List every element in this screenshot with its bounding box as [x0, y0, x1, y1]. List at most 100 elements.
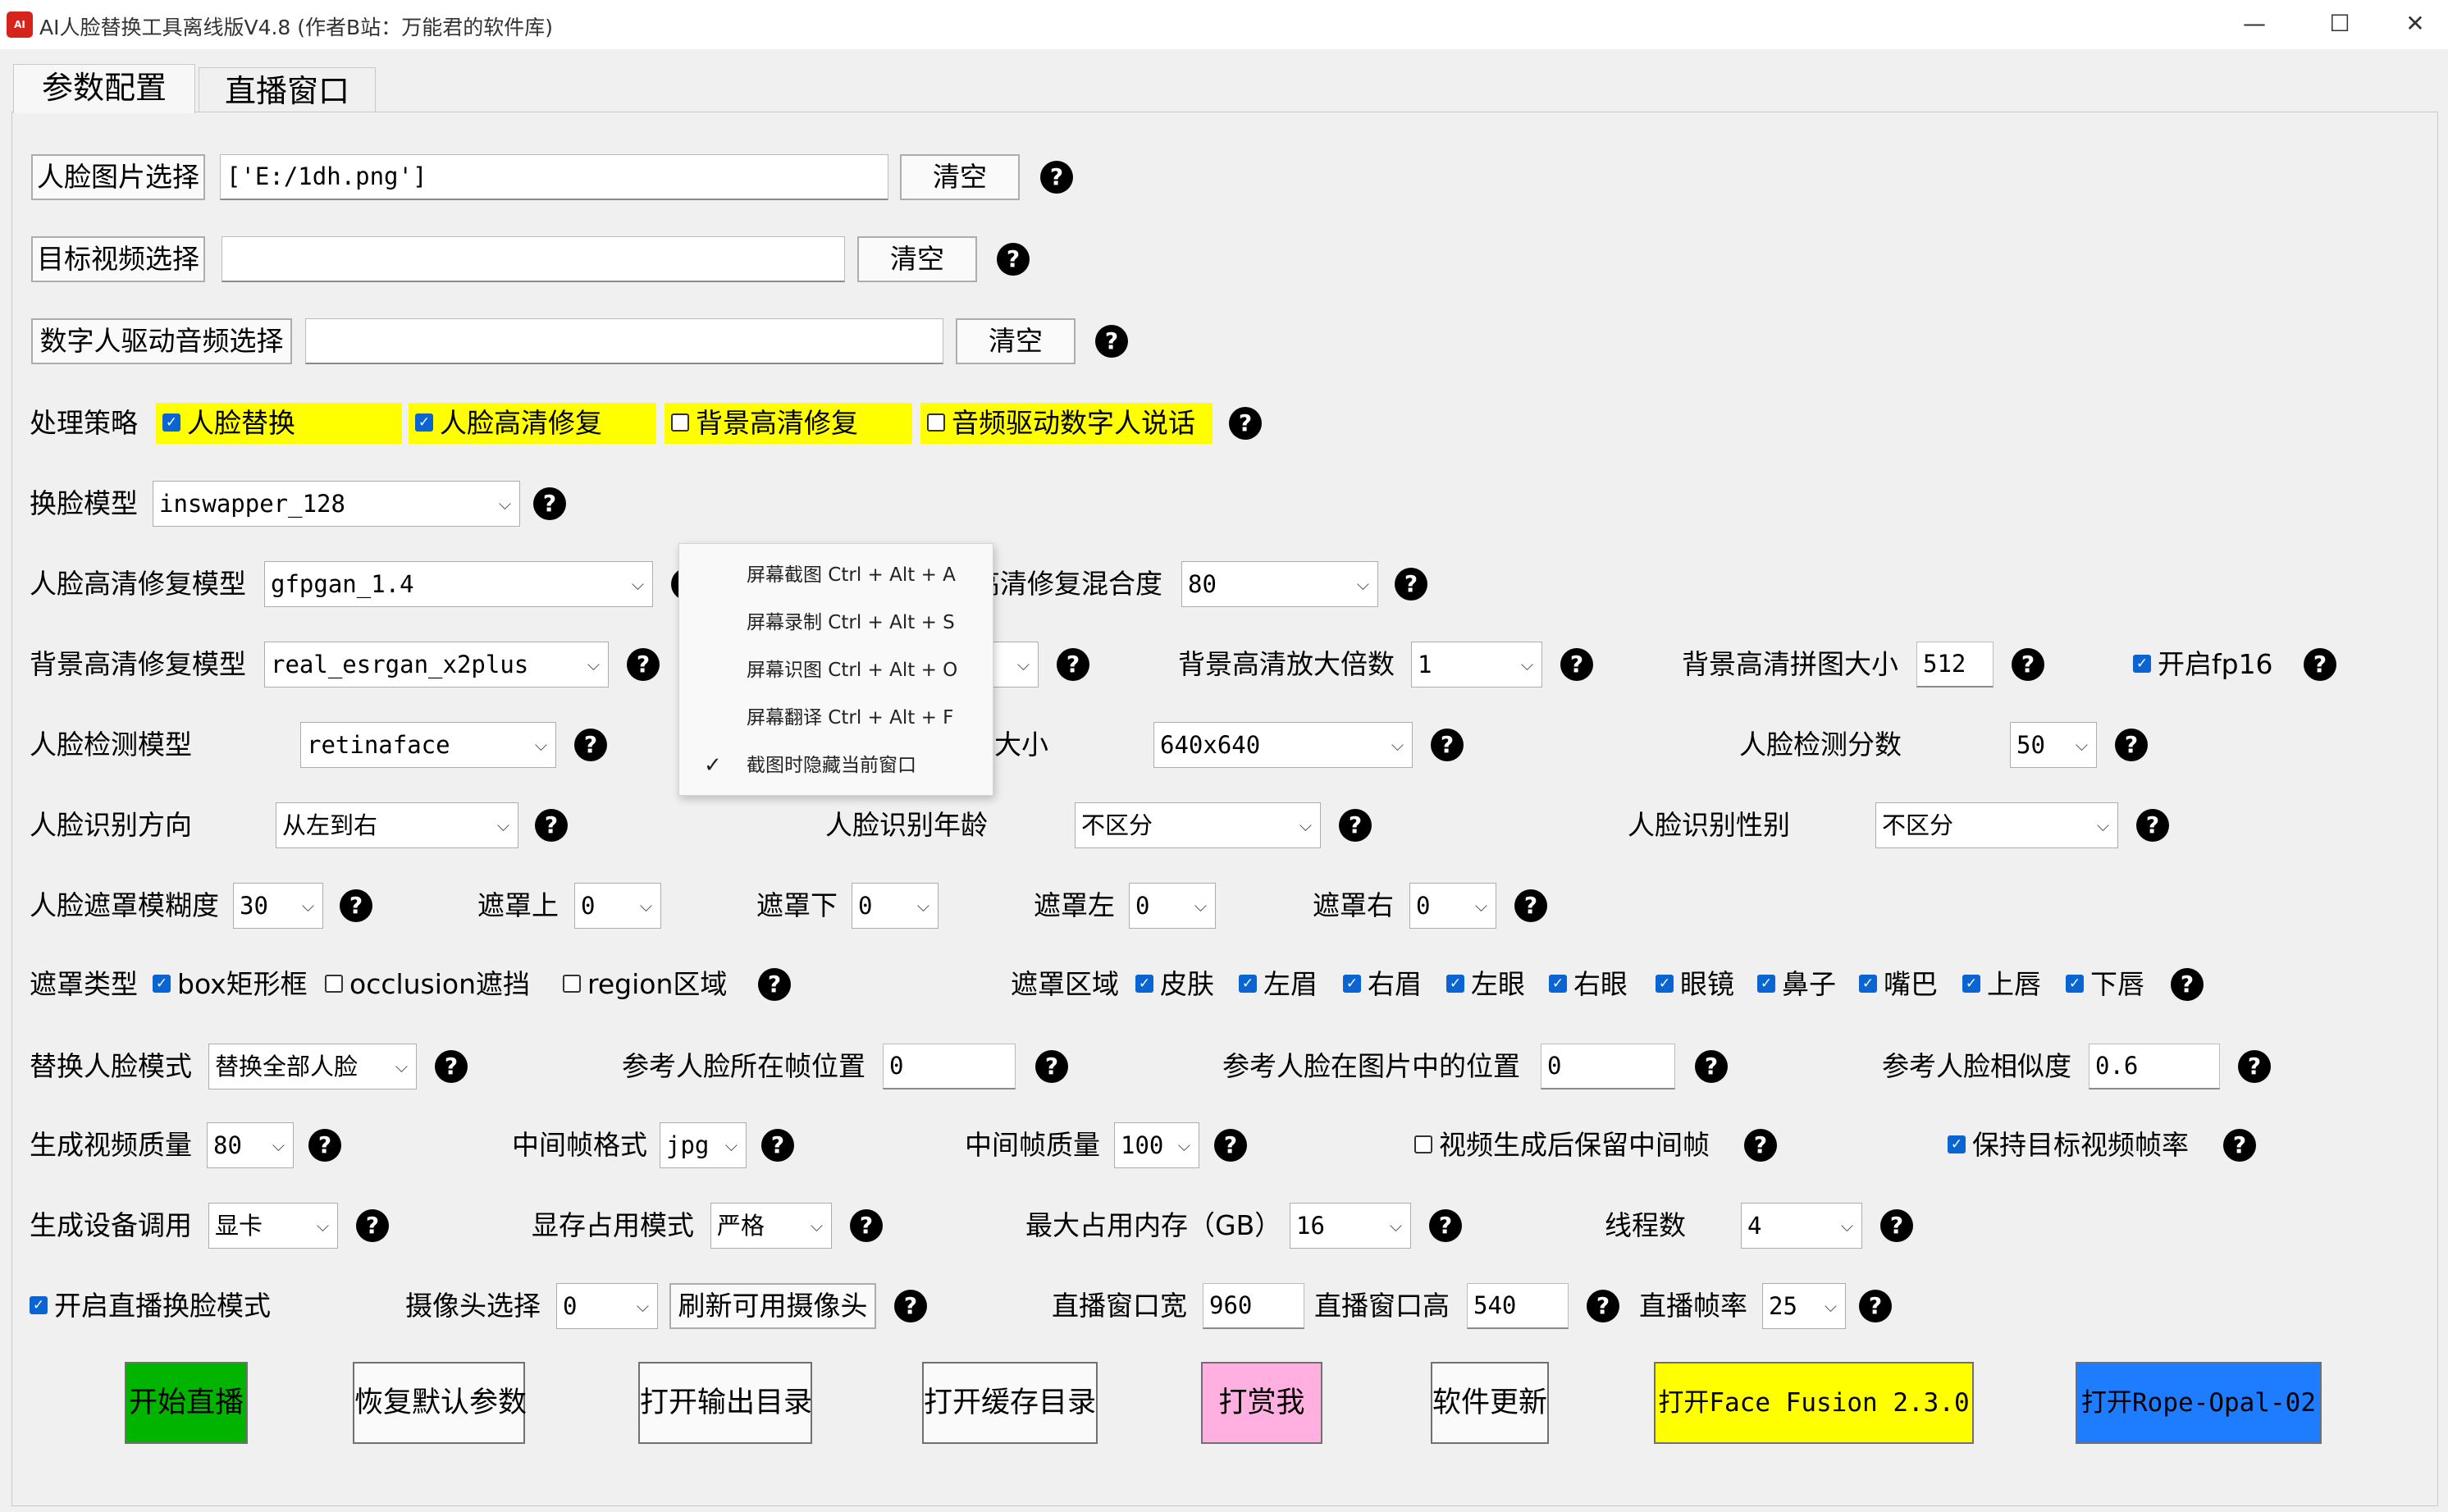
mask-blur-select[interactable]: 30 ⌵ [233, 883, 323, 929]
recog-gender-select[interactable]: 不区分 ⌵ [1875, 802, 2118, 848]
chevron-down-icon[interactable]: ⌵ [1841, 1204, 1853, 1248]
checkbox-icon[interactable] [1414, 1135, 1432, 1153]
mask-top-select[interactable]: 0 ⌵ [574, 883, 661, 929]
chevron-down-icon[interactable]: ⌵ [811, 1204, 823, 1248]
help-icon[interactable]: ? [2171, 968, 2204, 1001]
mask-region-6[interactable]: ✓ 鼻子 [1757, 964, 1836, 1005]
chevron-down-icon[interactable]: ⌵ [917, 884, 929, 928]
mask-bottom-select[interactable]: 0 ⌵ [852, 883, 939, 929]
mask-region-3[interactable]: ✓ 左眼 [1446, 964, 1525, 1005]
recog-age-select[interactable]: 不区分 ⌵ [1075, 802, 1321, 848]
strategy-face-enhance[interactable]: ✓ 人脸高清修复 [409, 403, 656, 444]
bg-enhance-model-select[interactable]: real_esrgan_x2plus ⌵ [264, 642, 609, 687]
target-video-select-button[interactable]: 目标视频选择 [31, 236, 205, 282]
context-menu-item[interactable]: 屏幕录制 Ctrl + Alt + S [679, 600, 994, 646]
open-output-dir-button[interactable]: 打开输出目录 [638, 1362, 812, 1444]
face-enhance-blend-select[interactable]: 80 ⌵ [1181, 561, 1378, 607]
chevron-down-icon[interactable]: ⌵ [2076, 723, 2088, 767]
bg-tile-field[interactable]: 512 [1916, 642, 1994, 687]
checkbox-icon[interactable]: ✓ [1343, 975, 1361, 993]
checkbox-icon[interactable]: ✓ [1446, 975, 1464, 993]
vram-mode-select[interactable]: 严格 ⌵ [710, 1203, 832, 1249]
max-mem-select[interactable]: 16 ⌵ [1290, 1203, 1411, 1249]
chevron-down-icon[interactable]: ⌵ [497, 803, 509, 847]
bg-scale-select[interactable]: 1 ⌵ [1411, 642, 1542, 687]
help-icon[interactable]: ? [1880, 1209, 1913, 1242]
mask-region-4[interactable]: ✓ 右眼 [1549, 964, 1628, 1005]
chevron-down-icon[interactable]: ⌵ [632, 562, 644, 606]
help-icon[interactable]: ? [1040, 161, 1073, 194]
context-menu-item[interactable]: 屏幕翻译 Ctrl + Alt + F [679, 695, 994, 741]
checkbox-icon[interactable]: ✓ [162, 413, 180, 432]
help-icon[interactable]: ? [1339, 809, 1372, 842]
ref-img-field[interactable]: 0 [1541, 1044, 1675, 1089]
face-image-field[interactable]: ['E:/1dh.png'] [220, 154, 888, 200]
target-video-field[interactable] [222, 236, 845, 282]
help-icon[interactable]: ? [1431, 729, 1464, 761]
refresh-camera-button[interactable]: 刷新可用摄像头 [669, 1283, 876, 1329]
chevron-down-icon[interactable]: ⌵ [1178, 1123, 1190, 1167]
mask-region-7[interactable]: ✓ 嘴巴 [1859, 964, 1938, 1005]
checkbox-icon[interactable]: ✓ [1948, 1135, 1966, 1153]
help-icon[interactable]: ? [2012, 648, 2044, 681]
mask-region-2[interactable]: ✓ 右眉 [1343, 964, 1422, 1005]
context-menu-item[interactable]: ✓ 截图时隐藏当前窗口 [679, 742, 994, 788]
device-select[interactable]: 显卡 ⌵ [208, 1203, 338, 1249]
chevron-down-icon[interactable]: ⌵ [725, 1123, 738, 1167]
tab-params[interactable]: 参数配置 [13, 64, 195, 113]
chevron-down-icon[interactable]: ⌵ [1521, 642, 1533, 687]
chevron-down-icon[interactable]: ⌵ [637, 1284, 649, 1328]
replace-mode-select[interactable]: 替换全部人脸 ⌵ [208, 1044, 417, 1089]
recog-dir-select[interactable]: 从左到右 ⌵ [276, 802, 518, 848]
help-icon[interactable]: ? [2238, 1050, 2271, 1083]
chevron-down-icon[interactable]: ⌵ [2097, 803, 2109, 847]
context-menu-item[interactable]: 屏幕截图 Ctrl + Alt + A [679, 552, 994, 598]
live-height-field[interactable]: 540 [1467, 1283, 1569, 1329]
strategy-bg-enhance[interactable]: 背景高清修复 [665, 403, 912, 444]
help-icon[interactable]: ? [1429, 1209, 1462, 1242]
mask-type-region[interactable]: region区域 [563, 964, 727, 1005]
checkbox-icon[interactable]: ✓ [415, 413, 433, 432]
chevron-down-icon[interactable]: ⌵ [272, 1123, 285, 1167]
help-icon[interactable]: ? [574, 729, 607, 761]
help-icon[interactable]: ? [1214, 1129, 1247, 1162]
mask-left-select[interactable]: 0 ⌵ [1129, 883, 1216, 929]
tab-live-window[interactable]: 直播窗口 [199, 67, 376, 113]
checkbox-icon[interactable]: ✓ [1239, 975, 1257, 993]
checkbox-icon[interactable]: ✓ [2133, 655, 2151, 673]
detect-size-select[interactable]: 640x640 ⌵ [1153, 722, 1413, 768]
chevron-down-icon[interactable]: ⌵ [587, 642, 600, 687]
help-icon[interactable]: ? [761, 1129, 794, 1162]
mask-right-select[interactable]: 0 ⌵ [1409, 883, 1496, 929]
mask-region-5[interactable]: ✓ 眼镜 [1656, 964, 1734, 1005]
mask-type-occlusion[interactable]: occlusion遮挡 [325, 964, 530, 1005]
help-icon[interactable]: ? [435, 1050, 468, 1083]
help-icon[interactable]: ? [1695, 1050, 1728, 1083]
fp16-checkbox[interactable]: ✓ 开启fp16 [2133, 644, 2273, 685]
face-image-select-button[interactable]: 人脸图片选择 [31, 154, 205, 200]
chevron-down-icon[interactable]: ⌵ [1357, 562, 1369, 606]
chevron-down-icon[interactable]: ⌵ [317, 1204, 329, 1248]
open-cache-dir-button[interactable]: 打开缓存目录 [922, 1362, 1098, 1444]
threads-select[interactable]: 4 ⌵ [1741, 1203, 1862, 1249]
face-image-clear-button[interactable]: 清空 [900, 154, 1020, 200]
chevron-down-icon[interactable]: ⌵ [1017, 642, 1030, 687]
checkbox-icon[interactable] [325, 975, 343, 993]
checkbox-icon[interactable]: ✓ [1656, 975, 1674, 993]
checkbox-icon[interactable]: ✓ [1549, 975, 1567, 993]
strategy-audio-drive[interactable]: 音频驱动数字人说话 [920, 403, 1213, 444]
audio-select-button[interactable]: 数字人驱动音频选择 [31, 318, 292, 364]
help-icon[interactable]: ? [1514, 889, 1547, 922]
start-live-button[interactable]: 开始直播 [125, 1362, 248, 1444]
detect-score-select[interactable]: 50 ⌵ [2010, 722, 2097, 768]
help-icon[interactable]: ? [356, 1209, 389, 1242]
camera-select[interactable]: 0 ⌵ [556, 1283, 658, 1329]
context-menu-item[interactable]: 屏幕识图 Ctrl + Alt + O [679, 647, 994, 693]
checkbox-icon[interactable]: ✓ [1135, 975, 1153, 993]
help-icon[interactable]: ? [308, 1129, 341, 1162]
keep-fps-checkbox[interactable]: ✓ 保持目标视频帧率 [1948, 1125, 2189, 1166]
checkbox-icon[interactable]: ✓ [2066, 975, 2084, 993]
reset-defaults-button[interactable]: 恢复默认参数 [353, 1362, 527, 1444]
help-icon[interactable]: ? [535, 809, 568, 842]
live-width-field[interactable]: 960 [1203, 1283, 1304, 1329]
